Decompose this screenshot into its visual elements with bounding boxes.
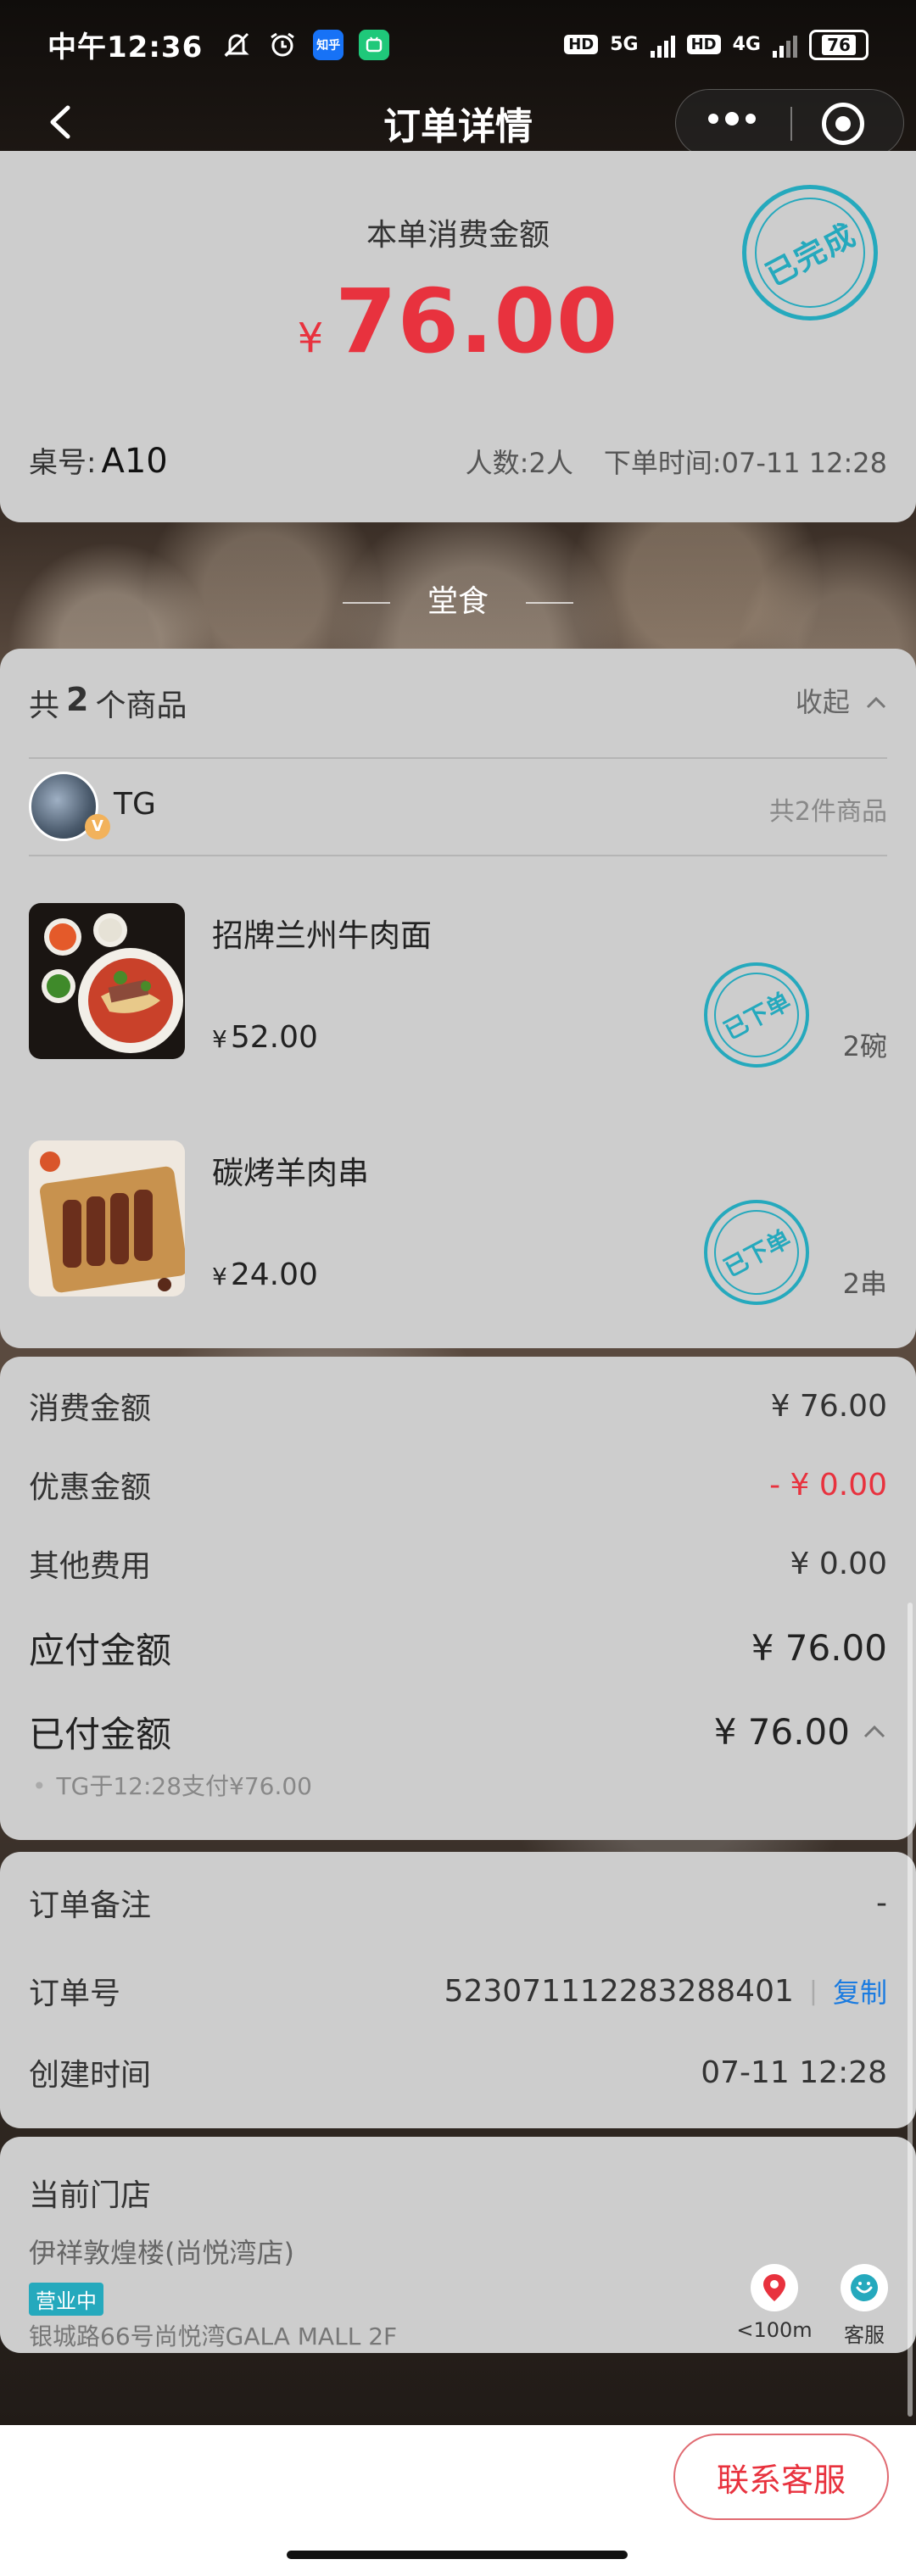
store-address: 银城路66号尚悦湾GALA MALL 2F xyxy=(29,2322,398,2350)
ordered-stamp: 已下单 xyxy=(704,1200,809,1305)
copy-button[interactable]: 复制 xyxy=(833,1971,887,2010)
table-label: 桌号: xyxy=(29,446,97,480)
order-time: 下单时间:07-11 12:28 xyxy=(603,447,887,479)
dish-name: 碳烤羊肉串 xyxy=(212,1155,369,1191)
items-count: 2 xyxy=(66,681,89,718)
paid-amount-row[interactable]: 已付金额 ¥ 76.00 xyxy=(29,1706,887,1758)
zhihu-app-icon: 知乎 xyxy=(313,29,344,60)
network-5g-label: 5G xyxy=(610,34,639,55)
collapse-button[interactable]: 收起 xyxy=(796,681,887,725)
user-row: V TG 共2件商品 xyxy=(29,772,887,850)
created-time-row: 创建时间 07-11 12:28 xyxy=(29,2055,887,2094)
consume-amount-row: 消费金额 ¥ 76.00 xyxy=(29,1388,887,1427)
dine-type-label: 堂食 xyxy=(0,577,916,621)
order-number: 523071112283288401 xyxy=(444,1973,794,2009)
order-meta-row: 桌号: A10 人数:2人 下单时间:07-11 12:28 xyxy=(29,439,887,481)
dish-image-beef-noodle xyxy=(29,903,185,1059)
close-miniprogram-icon[interactable] xyxy=(822,103,864,145)
dish-image-lamb-skewers xyxy=(29,1140,185,1296)
hd-icon: HD xyxy=(564,35,599,54)
store-card: 当前门店 伊祥敦煌楼(尚悦湾店) 营业中 银城路66号尚悦湾GALA MALL … xyxy=(0,2137,916,2353)
hd-icon-2: HD xyxy=(686,35,721,54)
more-icon[interactable] xyxy=(708,112,756,125)
store-service-button[interactable]: 客服 xyxy=(818,2264,911,2348)
navigate-button[interactable]: <100m xyxy=(728,2264,821,2342)
people-count: 人数:2人 xyxy=(465,447,573,479)
payment-note: TG于12:28支付¥76.00 xyxy=(32,1768,312,1802)
bottom-bar: 联系客服 xyxy=(0,2425,916,2576)
user-name: TG xyxy=(114,787,156,822)
list-item[interactable]: 碳烤羊肉串 ¥24.00 已下单 2串 xyxy=(29,1140,887,1305)
dish-name: 招牌兰州牛肉面 xyxy=(212,917,432,954)
miniprogram-capsule xyxy=(675,89,904,157)
completed-stamp: 已完成 xyxy=(742,185,878,321)
store-name: 伊祥敦煌楼(尚悦湾店) xyxy=(29,2237,294,2269)
battery-icon: 76 xyxy=(809,29,869,60)
network-4g-label: 4G xyxy=(732,34,761,55)
contact-service-button[interactable]: 联系客服 xyxy=(673,2434,889,2520)
items-header: 共 2 个商品 收起 xyxy=(29,681,887,725)
nav-bar: 订单详情 xyxy=(0,89,916,157)
currency-symbol: ¥ xyxy=(297,315,324,362)
dish-price: ¥52.00 xyxy=(212,1020,318,1055)
remark-row: 订单备注 - xyxy=(29,1885,887,1924)
chevron-up-icon xyxy=(863,1725,885,1737)
status-bar: 中午12:36 知乎 HD 5G HD 4G 76 xyxy=(0,0,916,89)
completed-stamp-text: 已完成 xyxy=(760,217,863,293)
status-badge: 营业中 xyxy=(29,2283,103,2316)
table-number: A10 xyxy=(101,442,168,481)
battery-level: 76 xyxy=(822,34,856,55)
scrollbar[interactable] xyxy=(908,1603,913,2417)
ordered-stamp: 已下单 xyxy=(704,962,809,1068)
user-item-count: 共2件商品 xyxy=(768,797,887,827)
order-summary-card: 本单消费金额 ¥76.00 已完成 桌号: A10 人数:2人 下单时间:07-… xyxy=(0,151,916,522)
vip-badge: V xyxy=(85,814,110,839)
alarm-icon xyxy=(267,30,298,60)
chevron-up-icon xyxy=(866,696,886,709)
other-fee-row: 其他费用 ¥ 0.00 xyxy=(29,1546,887,1585)
distance-label: <100m xyxy=(736,2318,813,2342)
status-time: 中午12:36 xyxy=(47,31,204,64)
signal-icon xyxy=(650,32,675,58)
dish-quantity: 2碗 xyxy=(842,1030,887,1062)
home-indicator[interactable] xyxy=(287,2551,628,2559)
service-label: 客服 xyxy=(844,2323,885,2347)
dish-price: ¥24.00 xyxy=(212,1257,318,1292)
discount-amount-row: 优惠金额 - ¥ 0.00 xyxy=(29,1467,887,1506)
order-number-row: 订单号 523071112283288401 | 复制 xyxy=(29,1969,887,2013)
notification-app-icon xyxy=(359,29,390,60)
location-pin-icon xyxy=(751,2264,798,2311)
store-section-title: 当前门店 xyxy=(29,2178,152,2213)
signal-icon-2 xyxy=(773,32,797,58)
amount-value: 76.00 xyxy=(335,270,619,373)
mute-icon xyxy=(221,30,252,60)
customer-service-icon xyxy=(841,2264,888,2311)
list-item[interactable]: 招牌兰州牛肉面 ¥52.00 已下单 2碗 xyxy=(29,903,887,1068)
dish-quantity: 2串 xyxy=(842,1268,887,1300)
payable-amount-row: 应付金额 ¥ 76.00 xyxy=(29,1627,887,1671)
